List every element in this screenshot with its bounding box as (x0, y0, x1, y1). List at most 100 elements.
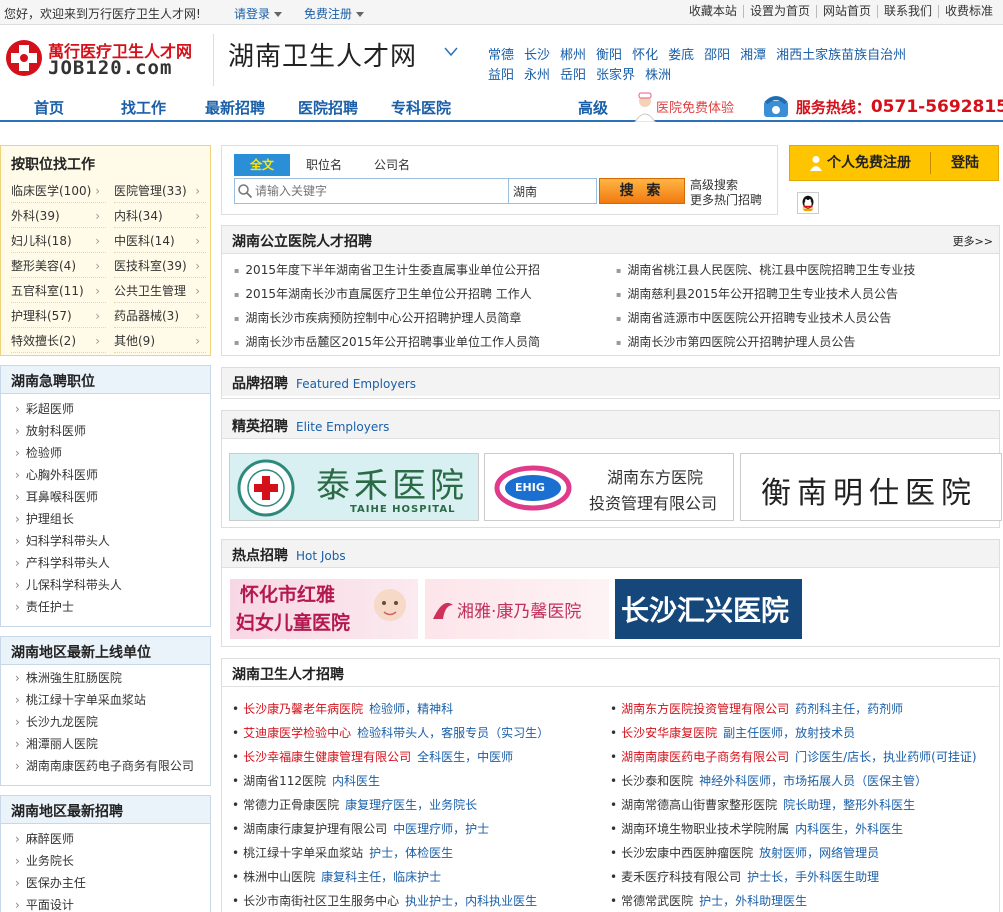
tab-company-name[interactable]: 公司名 (358, 154, 426, 176)
job-titles-link[interactable]: 护士，体检医生 (369, 846, 453, 860)
news-item[interactable]: 湖南长沙市疾病预防控制中心公开招聘护理人员简章 (234, 307, 604, 329)
job-titles-link[interactable]: 中医理疗师，护士 (393, 822, 489, 836)
list-item[interactable]: 麻醉医师 (15, 828, 74, 850)
city-link[interactable]: 湘潭 (740, 48, 766, 63)
job-titles-link[interactable]: 康复科主任，临床护士 (321, 870, 441, 884)
list-item[interactable]: 长沙九龙医院 (15, 711, 98, 733)
job-titles-link[interactable]: 检验师，精神科 (369, 702, 453, 716)
job-titles-link[interactable]: 全科医生，中医师 (417, 750, 513, 764)
company-link[interactable]: 株洲中山医院 (243, 870, 315, 884)
employer-logo-mingshi[interactable]: 衡南明仕医院 (740, 453, 1002, 521)
company-link[interactable]: 长沙宏康中西医肿瘤医院 (621, 846, 753, 860)
position-category[interactable]: 中医科(14) › (114, 229, 206, 253)
list-item[interactable]: 放射科医师 (15, 420, 86, 442)
news-item[interactable]: 湖南长沙市岳麓区2015年公开招聘事业单位工作人员简 (234, 331, 604, 353)
news-item[interactable]: 湖南长沙市第四医院公开招聘护理人员公告 (616, 331, 996, 353)
region-switch-chevron-icon[interactable] (444, 47, 458, 57)
company-link[interactable]: 常德常武医院 (621, 894, 693, 908)
company-link[interactable]: 桃江绿十字单采血浆站 (243, 846, 363, 860)
company-link[interactable]: 长沙安华康复医院 (621, 726, 717, 740)
position-category[interactable]: 妇儿科(18) › (11, 229, 106, 253)
job-titles-link[interactable]: 内科医生，外科医生 (795, 822, 903, 836)
job-titles-link[interactable]: 药剂科主任，药剂师 (795, 702, 903, 716)
site-home-link[interactable]: 网站首页 (815, 5, 877, 18)
position-category[interactable]: 外科(39) › (11, 204, 106, 228)
city-link[interactable]: 怀化 (632, 48, 658, 63)
company-link[interactable]: 长沙幸福康生健康管理有限公司 (243, 750, 411, 764)
position-category[interactable]: 药品器械(3) › (114, 304, 206, 328)
banner-huixing[interactable]: 长沙汇兴医院 (615, 579, 802, 639)
free-trial-promo[interactable]: 医院免费体验 (630, 92, 755, 122)
position-category[interactable]: 护理科(57) › (11, 304, 106, 328)
employer-logo-dongfang[interactable]: EHIG 湖南东方医院 投资管理有限公司 (484, 453, 734, 521)
login-dropdown[interactable]: 请登录 (234, 5, 283, 22)
company-link[interactable]: 湖南南康医药电子商务有限公司 (621, 750, 789, 764)
job-titles-link[interactable]: 护士，外科助理医生 (699, 894, 807, 908)
nav-find-job[interactable]: 找工作 (121, 97, 166, 118)
job-titles-link[interactable]: 神经外科医师，市场拓展人员（医保主管） (699, 774, 927, 788)
list-item[interactable]: 产科学科带头人 (15, 552, 110, 574)
company-link[interactable]: 湖南常德高山街曹家整形医院 (621, 798, 777, 812)
position-category[interactable]: 其他(9) › (114, 329, 206, 353)
contact-link[interactable]: 联系我们 (876, 5, 938, 18)
news-item[interactable]: 2015年湖南长沙市直属医疗卫生单位公开招聘 工作人 (234, 283, 604, 305)
nav-hospital-jobs[interactable]: 医院招聘 (298, 97, 358, 118)
qq-penguin-icon[interactable] (797, 192, 819, 214)
banner-kangnaixin[interactable]: 湘雅·康乃馨医院 (425, 579, 609, 639)
list-item[interactable]: 耳鼻喉科医师 (15, 486, 98, 508)
advanced-search-link[interactable]: 高级搜索 (690, 178, 762, 193)
position-category[interactable]: 医院管理(33) › (114, 179, 206, 203)
nav-specialty-hospitals[interactable]: 专科医院 (391, 97, 451, 118)
nav-home[interactable]: 首页 (34, 97, 64, 118)
position-category[interactable]: 公共卫生管理 › (114, 279, 206, 303)
site-logo[interactable]: 萬行医疗卫生人才网 JOB120.com (4, 36, 204, 82)
city-link[interactable]: 娄底 (668, 48, 694, 63)
job-titles-link[interactable]: 内科医生 (332, 774, 380, 788)
job-titles-link[interactable]: 护士长，手外科医生助理 (747, 870, 879, 884)
city-link[interactable]: 永州 (524, 68, 550, 83)
list-item[interactable]: 业务院长 (15, 850, 74, 872)
company-link[interactable]: 艾迪康医学检验中心 (243, 726, 351, 740)
company-link[interactable]: 湖南环境生物职业技术学院附属 (621, 822, 789, 836)
company-link[interactable]: 长沙康乃馨老年病医院 (243, 702, 363, 716)
list-item[interactable]: 心胸外科医师 (15, 464, 98, 486)
city-link[interactable]: 常德 (488, 48, 514, 63)
city-link[interactable]: 邵阳 (704, 48, 730, 63)
city-link[interactable]: 郴州 (560, 48, 586, 63)
list-item[interactable]: 护理组长 (15, 508, 74, 530)
banner-hongya[interactable]: 怀化市红雅 妇女儿童医院 (230, 579, 418, 639)
personal-register-button[interactable]: 个人免费注册 (790, 146, 930, 180)
bookmark-link[interactable]: 收藏本站 (683, 5, 743, 18)
tab-position-name[interactable]: 职位名 (290, 154, 358, 176)
list-item[interactable]: 彩超医师 (15, 398, 74, 420)
more-hot-jobs-link[interactable]: 更多热门招聘 (690, 193, 762, 208)
nav-latest-jobs[interactable]: 最新招聘 (205, 97, 265, 118)
more-link[interactable]: 更多>> (953, 233, 993, 249)
job-titles-link[interactable]: 门诊医生/店长，执业药师(可挂证) (795, 750, 976, 764)
company-link[interactable]: 常德力正骨康医院 (243, 798, 339, 812)
job-titles-link[interactable]: 副主任医师，放射技术员 (723, 726, 855, 740)
city-link[interactable]: 衡阳 (596, 48, 622, 63)
news-item[interactable]: 湖南省桃江县人民医院、桃江县中医院招聘卫生专业技 (616, 259, 996, 281)
tab-fulltext[interactable]: 全文 (234, 154, 291, 176)
job-titles-link[interactable]: 康复理疗医生，业务院长 (345, 798, 477, 812)
city-link[interactable]: 张家界 (596, 68, 635, 83)
position-category[interactable]: 特效擅长(2) › (11, 329, 106, 353)
search-button[interactable]: 搜 索 (599, 178, 685, 204)
employer-logo-taihe[interactable]: 泰禾医院 TAIHE HOSPITAL (229, 453, 479, 521)
city-link[interactable]: 益阳 (488, 68, 514, 83)
list-item[interactable]: 湘潭丽人医院 (15, 733, 98, 755)
nav-advanced[interactable]: 高级 (578, 97, 608, 118)
list-item[interactable]: 桃江绿十字单采血浆站 (15, 689, 146, 711)
job-titles-link[interactable]: 院长助理，整形外科医生 (783, 798, 915, 812)
position-category[interactable]: 医技科室(39) › (114, 254, 206, 278)
company-link[interactable]: 长沙市南街社区卫生服务中心 (243, 894, 399, 908)
job-titles-link[interactable]: 放射医师，网络管理员 (759, 846, 879, 860)
position-category[interactable]: 五官科室(11) › (11, 279, 106, 303)
job-titles-link[interactable]: 检验科带头人，客服专员（实习生） (357, 726, 549, 740)
news-item[interactable]: 2015年度下半年湖南省卫生计生委直属事业单位公开招 (234, 259, 604, 281)
city-link[interactable]: 长沙 (524, 48, 550, 63)
city-link[interactable]: 株洲 (645, 68, 671, 83)
login-button[interactable]: 登陆 (931, 146, 999, 180)
register-dropdown[interactable]: 免费注册 (304, 5, 365, 22)
